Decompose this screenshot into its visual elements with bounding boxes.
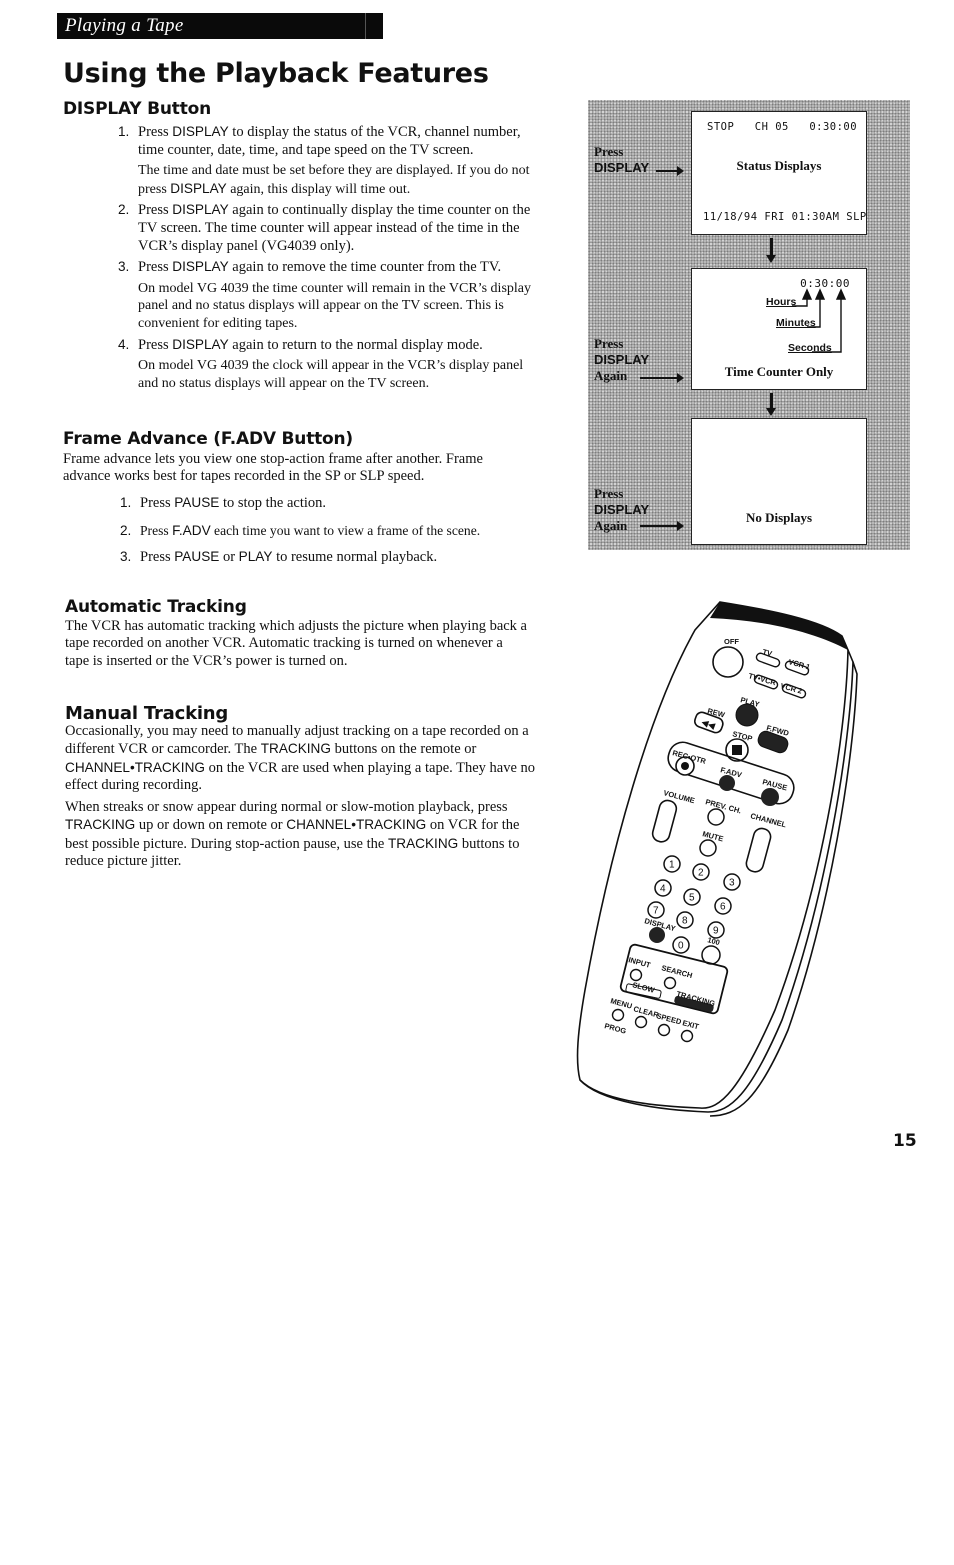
search-button bbox=[663, 976, 677, 990]
manual-tracking-paragraph-1: Occasionally, you may need to manually a… bbox=[65, 723, 536, 794]
status-bottom-line: 11/18/94 FRI 01:30AM SLP bbox=[703, 211, 867, 223]
mute-button bbox=[699, 839, 717, 857]
digit-key-label: 3 bbox=[729, 878, 735, 889]
step-note: On model VG 4039 the clock will appear i… bbox=[138, 358, 524, 391]
display-step: 2. Press DISPLAY again to continually di… bbox=[118, 202, 531, 254]
exit-button bbox=[680, 1029, 694, 1043]
automatic-tracking-body: The VCR has automatic tracking which adj… bbox=[65, 618, 527, 669]
step-number: 4. bbox=[118, 336, 130, 352]
arrow-down-icon bbox=[766, 238, 776, 263]
frame-advance-heading: Frame Advance (F.ADV Button) bbox=[63, 429, 353, 449]
status-top-line: STOP CH 05 0:30:00 bbox=[707, 121, 858, 133]
digit-key-label: 4 bbox=[660, 884, 666, 895]
manual-tracking-paragraph-2: When streaks or snow appear during norma… bbox=[65, 799, 520, 870]
screen-caption: Status Displays bbox=[736, 158, 822, 173]
display-step: 4. Press DISPLAY again to return to the … bbox=[118, 336, 538, 393]
off-label: OFF bbox=[724, 637, 739, 646]
section-header-tab: Playing a Tape bbox=[57, 13, 383, 39]
screen-caption: No Displays bbox=[745, 510, 813, 525]
hours-label: Hours bbox=[766, 296, 797, 308]
prev-ch-button bbox=[707, 808, 725, 826]
header-divider bbox=[365, 13, 366, 39]
digit-key-label: 9 bbox=[713, 926, 719, 937]
input-button bbox=[629, 968, 643, 982]
step-number: 2. bbox=[118, 202, 130, 218]
remote-control-illustration: OFF TV VCR 1 TV•VCR VCR 2 PLAY ◀◀ REW F.… bbox=[576, 601, 858, 1117]
minutes-label: Minutes bbox=[776, 317, 816, 329]
screen-caption: Time Counter Only bbox=[724, 364, 834, 379]
frame-advance-intro: Frame advance lets you view one stop-act… bbox=[63, 451, 483, 485]
arrow-right-icon bbox=[640, 373, 684, 383]
display-steps-list: 1. Press DISPLAY to display the status o… bbox=[118, 123, 538, 395]
frame-advance-steps-list: 1. Press PAUSE to stop the action. 2. Pr… bbox=[120, 494, 540, 570]
step-number: 3. bbox=[118, 259, 130, 275]
digit-key-label: 8 bbox=[682, 916, 688, 927]
speed-button bbox=[657, 1023, 671, 1037]
page-title: Using the Playback Features bbox=[63, 58, 489, 89]
step-number: 1. bbox=[118, 124, 130, 139]
display-button-heading: DISPLAY Button bbox=[63, 99, 212, 119]
display-step: 3. Press DISPLAY again to remove the tim… bbox=[118, 258, 538, 332]
tv-screen-no-displays: No Displays bbox=[691, 418, 867, 545]
display-sequence-diagram: STOP CH 05 0:30:00 Status Displays 11/18… bbox=[588, 100, 910, 550]
arrow-down-icon bbox=[766, 393, 776, 416]
display-step: 1. Press DISPLAY to display the status o… bbox=[118, 123, 538, 198]
seconds-label: Seconds bbox=[788, 342, 832, 354]
step-note: The time and date must be set before the… bbox=[138, 163, 530, 197]
frame-advance-step: 2. Press F.ADV each time you want to vie… bbox=[120, 522, 481, 538]
off-button bbox=[712, 646, 744, 678]
digit-key-label: 7 bbox=[653, 906, 659, 917]
clear-button bbox=[634, 1015, 648, 1029]
frame-advance-step: 3. Press PAUSE or PLAY to resume normal … bbox=[120, 549, 438, 566]
frame-advance-step: 1. Press PAUSE to stop the action. bbox=[120, 495, 327, 511]
section-header-label: Playing a Tape bbox=[65, 15, 184, 36]
pause-button bbox=[761, 788, 779, 806]
press-display-label: Press DISPLAY bbox=[594, 144, 650, 175]
step-note: On model VG 4039 the time counter will r… bbox=[138, 280, 531, 331]
menu-button bbox=[611, 1008, 625, 1022]
arrow-right-icon bbox=[656, 166, 684, 176]
digit-key-label: 6 bbox=[720, 902, 726, 913]
manual-tracking-heading: Manual Tracking bbox=[65, 703, 229, 724]
page-number: 15 bbox=[893, 1131, 917, 1151]
digit-key-label: 1 bbox=[669, 860, 675, 871]
tv-screen-time-counter: 0:30:00 Hours Minutes Seconds Time Count… bbox=[691, 268, 867, 390]
digit-key-label: 0 bbox=[678, 941, 684, 952]
automatic-tracking-heading: Automatic Tracking bbox=[65, 597, 247, 617]
tv-screen-status-displays: STOP CH 05 0:30:00 Status Displays 11/18… bbox=[691, 111, 867, 235]
digit-key-label: 5 bbox=[689, 893, 695, 904]
digit-key-label: 2 bbox=[698, 868, 704, 879]
arrow-right-icon bbox=[640, 521, 684, 531]
